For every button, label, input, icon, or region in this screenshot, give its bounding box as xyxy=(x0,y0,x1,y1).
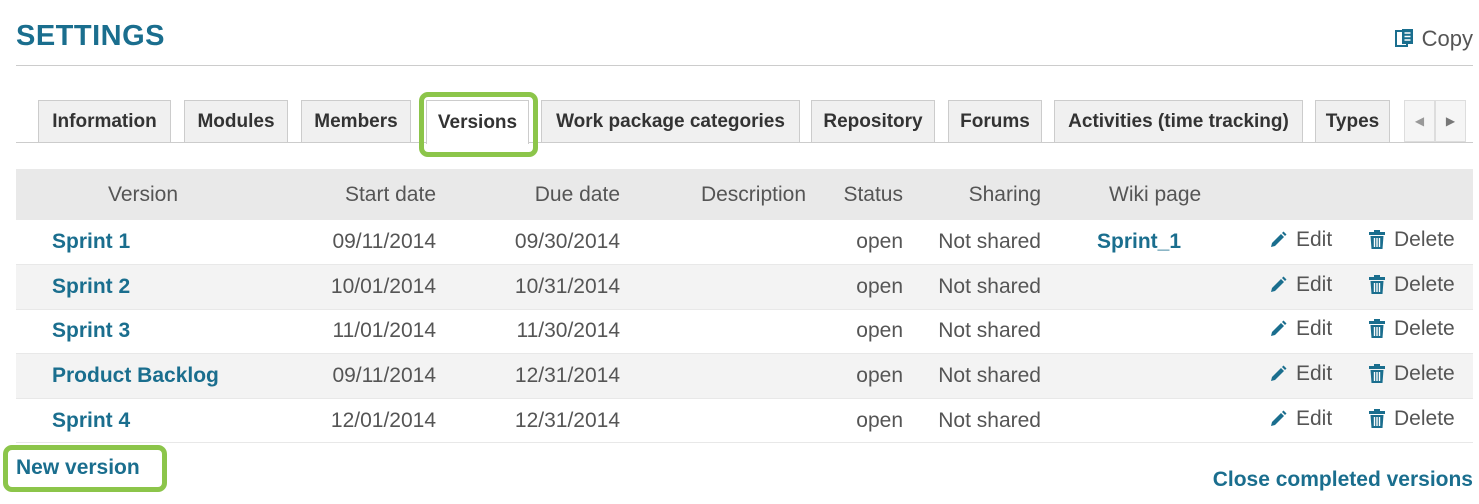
column-header-wiki-page[interactable]: Wiki page xyxy=(1041,169,1256,220)
pencil-icon xyxy=(1271,320,1287,337)
trash-icon xyxy=(1369,230,1385,250)
versions-table-wrap: Version Start date Due date Description … xyxy=(16,169,1473,443)
description xyxy=(620,354,806,399)
tab-types[interactable]: Types xyxy=(1315,100,1390,142)
sharing: Not shared xyxy=(938,230,1041,254)
pencil-icon xyxy=(1271,410,1287,426)
tab-modules[interactable]: Modules xyxy=(184,100,288,142)
delete-button[interactable]: Delete xyxy=(1368,362,1455,386)
chevron-right-icon: ▶ xyxy=(1445,114,1456,128)
status: open xyxy=(856,408,903,432)
copy-label: Copy xyxy=(1421,26,1473,51)
column-header-start-date[interactable]: Start date xyxy=(284,169,436,220)
table-row: Product Backlog 09/11/2014 12/31/2014 op… xyxy=(16,353,1473,399)
table-row: Sprint 3 11/01/2014 11/30/2014 open Not … xyxy=(16,309,1473,354)
tab-versions[interactable]: Versions xyxy=(426,100,529,144)
versions-table: Version Start date Due date Description … xyxy=(16,169,1473,443)
pencil-icon xyxy=(1271,276,1287,292)
edit-button[interactable]: Edit xyxy=(1268,362,1332,386)
column-header-edit xyxy=(1256,169,1366,220)
column-header-delete xyxy=(1366,169,1473,220)
start-date: 12/01/2014 xyxy=(330,408,436,432)
delete-button[interactable]: Delete xyxy=(1368,273,1455,297)
tab-scroll-prev-button[interactable]: ◀ xyxy=(1404,100,1435,142)
status: open xyxy=(856,230,903,254)
description xyxy=(620,398,806,443)
pencil-icon xyxy=(1271,231,1287,248)
sharing: Not shared xyxy=(938,364,1041,388)
table-row: Sprint 4 12/01/2014 12/31/2014 open Not … xyxy=(16,398,1473,443)
chevron-left-icon: ◀ xyxy=(1414,114,1425,128)
copy-button[interactable]: Copy xyxy=(1394,26,1473,52)
tab-activities-time-tracking[interactable]: Activities (time tracking) xyxy=(1054,100,1303,142)
tab-information[interactable]: Information xyxy=(38,100,171,142)
trash-icon xyxy=(1369,364,1385,384)
wiki-page-link[interactable]: Sprint_1 xyxy=(1097,230,1181,253)
version-link[interactable]: Product Backlog xyxy=(52,364,219,387)
status: open xyxy=(856,274,903,298)
description xyxy=(620,220,806,265)
column-header-status[interactable]: Status xyxy=(806,169,903,220)
due-date: 12/31/2014 xyxy=(514,408,620,432)
column-header-description[interactable]: Description xyxy=(620,169,806,220)
delete-button[interactable]: Delete xyxy=(1368,317,1455,341)
table-row: Sprint 2 10/01/2014 10/31/2014 open Not … xyxy=(16,264,1473,310)
sharing: Not shared xyxy=(938,319,1041,343)
column-header-sharing[interactable]: Sharing xyxy=(903,169,1041,220)
page-title: SETTINGS xyxy=(16,20,166,52)
copy-icon xyxy=(1394,28,1416,50)
close-completed-versions-link[interactable]: Close completed versions xyxy=(1213,468,1473,492)
version-link[interactable]: Sprint 3 xyxy=(52,319,130,342)
status: open xyxy=(856,364,903,388)
version-link[interactable]: Sprint 4 xyxy=(52,409,130,432)
due-date: 10/31/2014 xyxy=(514,274,620,298)
description xyxy=(620,265,806,310)
sharing: Not shared xyxy=(938,274,1041,298)
edit-button[interactable]: Edit xyxy=(1268,317,1332,341)
column-header-version[interactable]: Version xyxy=(16,169,284,220)
trash-icon xyxy=(1369,274,1385,294)
version-link[interactable]: Sprint 1 xyxy=(52,230,130,253)
tab-members[interactable]: Members xyxy=(301,100,411,142)
start-date: 09/11/2014 xyxy=(332,230,436,254)
edit-button[interactable]: Edit xyxy=(1268,273,1332,297)
tab-repository[interactable]: Repository xyxy=(811,100,935,142)
new-version-link[interactable]: New version xyxy=(16,456,140,480)
delete-button[interactable]: Delete xyxy=(1368,228,1455,252)
due-date: 12/31/2014 xyxy=(514,364,620,388)
edit-button[interactable]: Edit xyxy=(1268,407,1332,431)
due-date: 11/30/2014 xyxy=(516,319,620,343)
tab-work-package-categories[interactable]: Work package categories xyxy=(541,100,800,142)
trash-icon xyxy=(1369,408,1385,428)
edit-button[interactable]: Edit xyxy=(1268,228,1332,252)
sharing: Not shared xyxy=(938,408,1041,432)
tab-scroll-next-button[interactable]: ▶ xyxy=(1435,100,1466,142)
version-link[interactable]: Sprint 2 xyxy=(52,275,130,298)
description xyxy=(620,309,806,354)
start-date: 09/11/2014 xyxy=(332,364,436,388)
table-header-row: Version Start date Due date Description … xyxy=(16,169,1473,220)
table-row: Sprint 1 09/11/2014 09/30/2014 open Not … xyxy=(16,220,1473,265)
delete-button[interactable]: Delete xyxy=(1368,407,1455,431)
trash-icon xyxy=(1369,319,1385,339)
start-date: 10/01/2014 xyxy=(330,274,436,298)
status: open xyxy=(856,319,903,343)
due-date: 09/30/2014 xyxy=(514,230,620,254)
settings-tabs: Information Modules Members Versions Wor… xyxy=(16,100,1473,144)
start-date: 11/01/2014 xyxy=(332,319,436,343)
tab-forums[interactable]: Forums xyxy=(948,100,1042,142)
title-divider xyxy=(16,65,1473,66)
pencil-icon xyxy=(1271,365,1287,382)
column-header-due-date[interactable]: Due date xyxy=(436,169,620,220)
